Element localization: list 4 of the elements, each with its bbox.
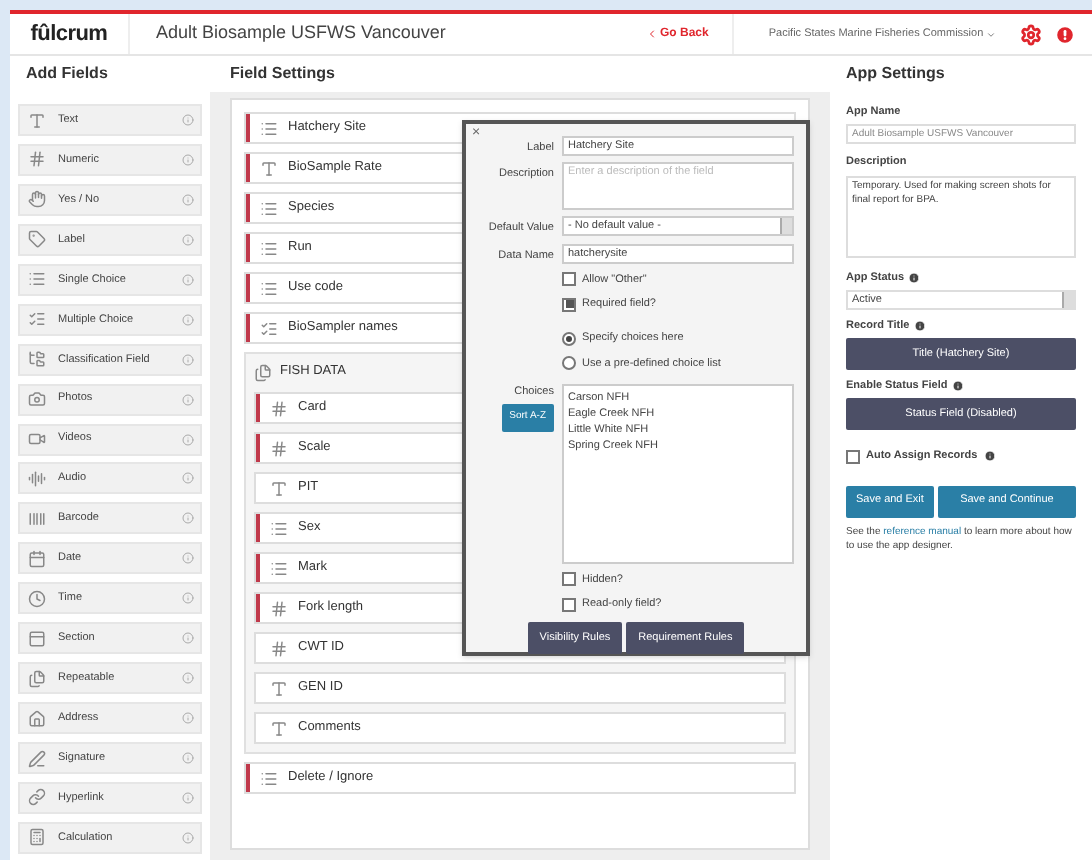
panel-title: App Settings [846,62,945,86]
panel-title: Field Settings [230,62,335,86]
panel-title: Add Fields [26,62,108,86]
app-title: Adult Biosample USFWS Vancouver [156,20,448,47]
